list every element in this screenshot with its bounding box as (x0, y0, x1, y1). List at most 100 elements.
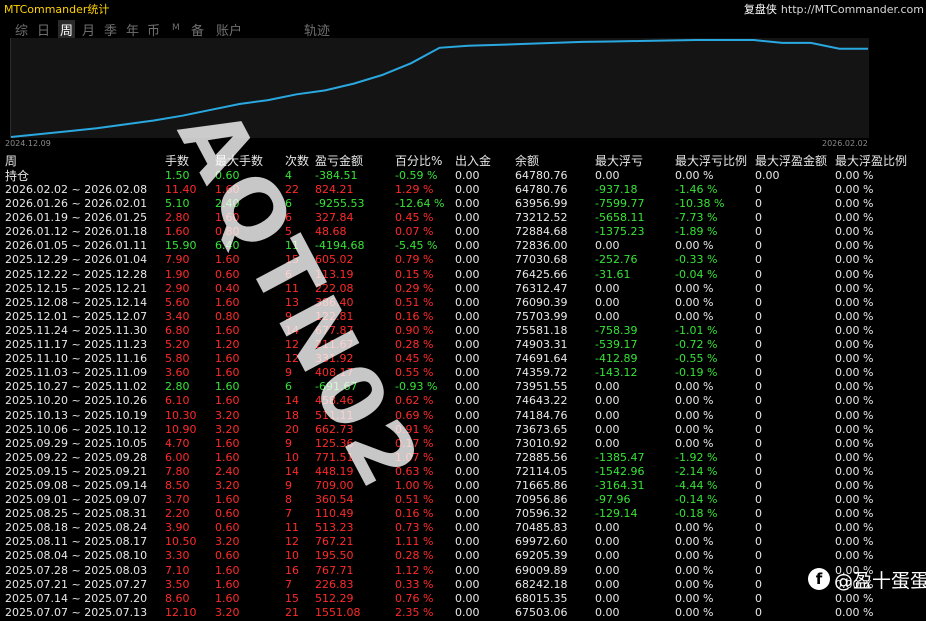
max-fp-pct-cell: 0.00 % (835, 211, 874, 225)
max-dd-pct-cell: -0.33 % (675, 253, 718, 267)
column-header[interactable]: 盈亏金额 (315, 154, 363, 169)
max-dd-pct-cell: 0.00 % (675, 408, 714, 422)
io-cell: 0.00 (455, 577, 480, 591)
column-header[interactable]: 次数 (285, 154, 309, 169)
column-header[interactable]: 出入金 (455, 154, 491, 169)
lots-cell: 5.10 (165, 197, 190, 211)
lots-cell: 5.80 (165, 352, 190, 366)
table-row[interactable]: 2026.01.12 ~ 2026.01.18 1.60 0.80 5 48.68 0.0… (0, 225, 926, 239)
table-row[interactable]: 2025.09.01 ~ 2025.09.07 3.70 1.60 8 360.54 0.… (0, 493, 926, 507)
pct-cell: 0.16 % (395, 309, 434, 323)
io-cell: 0.00 (455, 493, 480, 507)
count-cell: 10 (285, 549, 299, 563)
io-cell: 0.00 (455, 591, 480, 605)
column-header[interactable]: 手数 (165, 154, 189, 169)
table-row[interactable]: 2025.11.03 ~ 2025.11.09 3.60 1.60 9 408.17 0.… (0, 366, 926, 380)
max-lots-cell: 1.60 (215, 380, 240, 394)
column-header[interactable]: 最大浮盈金额 (755, 154, 827, 169)
lots-cell: 3.70 (165, 493, 190, 507)
lots-cell: 8.50 (165, 478, 190, 492)
table-row[interactable]: 2025.12.22 ~ 2025.12.28 1.90 0.60 6 113.19 0.… (0, 268, 926, 282)
io-cell: 0.00 (455, 380, 480, 394)
table-row[interactable]: 2025.11.10 ~ 2025.11.16 5.80 1.60 12 331.92 0… (0, 352, 926, 366)
table-row[interactable]: 2025.07.07 ~ 2025.07.13 12.10 3.20 21 1551.0… (0, 606, 926, 620)
table-row[interactable]: 2025.07.21 ~ 2025.07.27 3.50 1.60 7 226.83 0.… (0, 578, 926, 592)
max-fp-cell: 0 (755, 267, 762, 281)
tab-year[interactable]: 年 (126, 20, 139, 39)
table-row[interactable]: 2026.01.05 ~ 2026.01.11 15.90 6.40 11 -4194.… (0, 239, 926, 253)
column-header[interactable]: 周 (5, 154, 17, 169)
table-row[interactable]: 2025.09.22 ~ 2025.09.28 6.00 1.60 10 771.51 1… (0, 451, 926, 465)
column-header[interactable]: 余额 (515, 154, 539, 169)
brand-url[interactable]: http://MTCommander.com (781, 3, 924, 16)
pnl-cell: 48.68 (315, 225, 347, 239)
pct-cell: 0.51 % (395, 295, 434, 309)
column-header[interactable]: 百分比% (395, 154, 442, 169)
max-fp-cell: 0 (755, 478, 762, 492)
pct-cell: 0.16 % (395, 507, 434, 521)
tab-overview[interactable]: 综 (15, 20, 28, 39)
max-dd-cell: -97.96 (595, 493, 631, 507)
table-row[interactable]: 2025.11.24 ~ 2025.11.30 6.80 1.60 14 677.87 0… (0, 324, 926, 338)
lots-cell: 15.90 (165, 239, 197, 253)
column-header[interactable]: 最大浮亏 (595, 154, 643, 169)
table-row[interactable]: 2025.10.27 ~ 2025.11.02 2.80 1.60 6 -691.67 -… (0, 380, 926, 394)
table-row[interactable]: 2025.11.17 ~ 2025.11.23 5.20 1.20 12 211.67 0… (0, 338, 926, 352)
pnl-cell: -384.51 (315, 169, 358, 182)
max-fp-cell: 0 (755, 464, 762, 478)
tab-month[interactable]: 月 (82, 20, 95, 39)
pct-cell: 0.63 % (395, 464, 434, 478)
table-row[interactable]: 2025.10.13 ~ 2025.10.19 10.30 3.20 18 511.11… (0, 409, 926, 423)
max-dd-pct-cell: -0.18 % (675, 507, 718, 521)
tab-trajectory[interactable]: 轨迹 (304, 20, 330, 39)
table-row[interactable]: 2025.08.25 ~ 2025.08.31 2.20 0.60 7 110.49 0.… (0, 507, 926, 521)
pnl-cell: 458.46 (315, 394, 354, 408)
table-row[interactable]: 2025.09.15 ~ 2025.09.21 7.80 2.40 14 448.19 0… (0, 465, 926, 479)
max-dd-cell: 0.00 (595, 521, 620, 535)
pnl-cell: 771.51 (315, 450, 354, 464)
table-row[interactable]: 2026.02.02 ~ 2026.02.08 11.40 1.60 22 824.21… (0, 183, 926, 197)
table-row[interactable]: 2025.10.20 ~ 2025.10.26 6.10 1.60 14 458.46 0… (0, 394, 926, 408)
column-header[interactable]: 最大浮亏比例 (675, 154, 747, 169)
week-cell: 2025.08.04 ~ 2025.08.10 (5, 549, 148, 563)
table-row[interactable]: 2025.12.01 ~ 2025.12.07 3.40 0.80 9 122.81 0.… (0, 310, 926, 324)
tab-account[interactable]: 账户 (216, 20, 242, 39)
max-fp-cell: 0 (755, 366, 762, 380)
lots-cell: 3.60 (165, 366, 190, 380)
table-row[interactable]: 2025.09.08 ~ 2025.09.14 8.50 3.20 9 709.00 1.… (0, 479, 926, 493)
lots-cell: 7.90 (165, 253, 190, 267)
tab-m[interactable]: M (172, 23, 180, 33)
max-fp-cell: 0 (755, 591, 762, 605)
pct-cell: 0.29 % (395, 281, 434, 295)
table-row[interactable]: 2025.09.29 ~ 2025.10.05 4.70 1.60 9 125.36 0.… (0, 437, 926, 451)
tab-week[interactable]: 周 (58, 20, 76, 39)
table-row[interactable]: 2025.08.11 ~ 2025.08.17 10.50 3.20 12 767.21… (0, 535, 926, 549)
table-row[interactable]: 2025.12.15 ~ 2025.12.21 2.90 0.40 11 222.08 0… (0, 282, 926, 296)
balance-cell: 73010.92 (515, 436, 568, 450)
column-header[interactable]: 最大手数 (215, 154, 263, 169)
column-header[interactable]: 最大浮盈比例 (835, 154, 907, 169)
tab-currency[interactable]: 币 (147, 20, 160, 39)
lots-cell: 7.80 (165, 464, 190, 478)
table-row[interactable]: 2025.10.06 ~ 2025.10.12 10.90 3.20 20 662.73… (0, 423, 926, 437)
pnl-cell: 113.19 (315, 267, 354, 281)
tab-notes[interactable]: 备 (191, 20, 204, 39)
pct-cell: 0.73 % (395, 521, 434, 535)
table-row[interactable]: 2025.12.29 ~ 2026.01.04 7.90 1.60 15 605.02 0… (0, 253, 926, 267)
table-row[interactable]: 2025.08.04 ~ 2025.08.10 3.30 0.60 10 195.50 0… (0, 549, 926, 563)
max-dd-cell: -539.17 (595, 338, 638, 352)
table-row[interactable]: 2025.12.08 ~ 2025.12.14 5.60 1.60 13 386.40 0… (0, 296, 926, 310)
tab-day[interactable]: 日 (37, 20, 50, 39)
table-row[interactable]: 2025.08.18 ~ 2025.08.24 3.90 0.60 11 513.23 0… (0, 521, 926, 535)
max-fp-pct-cell: 0.00 % (835, 183, 874, 196)
count-cell: 18 (285, 408, 299, 422)
tab-quarter[interactable]: 季 (104, 20, 117, 39)
max-dd-pct-cell: 0.00 % (675, 563, 714, 577)
table-row[interactable]: 2025.07.14 ~ 2025.07.20 8.60 1.60 15 512.29 0… (0, 592, 926, 606)
lots-cell: 10.30 (165, 408, 197, 422)
table-row[interactable]: 2025.07.28 ~ 2025.08.03 7.10 1.60 16 767.71 1… (0, 564, 926, 578)
table-row[interactable]: 2026.01.19 ~ 2026.01.25 2.80 1.60 6 327.84 0.… (0, 211, 926, 225)
table-row[interactable]: 2026.01.26 ~ 2026.02.01 5.10 2.40 6 -9255.53… (0, 197, 926, 211)
max-dd-cell: -31.61 (595, 267, 631, 281)
balance-cell: 63956.99 (515, 197, 568, 211)
